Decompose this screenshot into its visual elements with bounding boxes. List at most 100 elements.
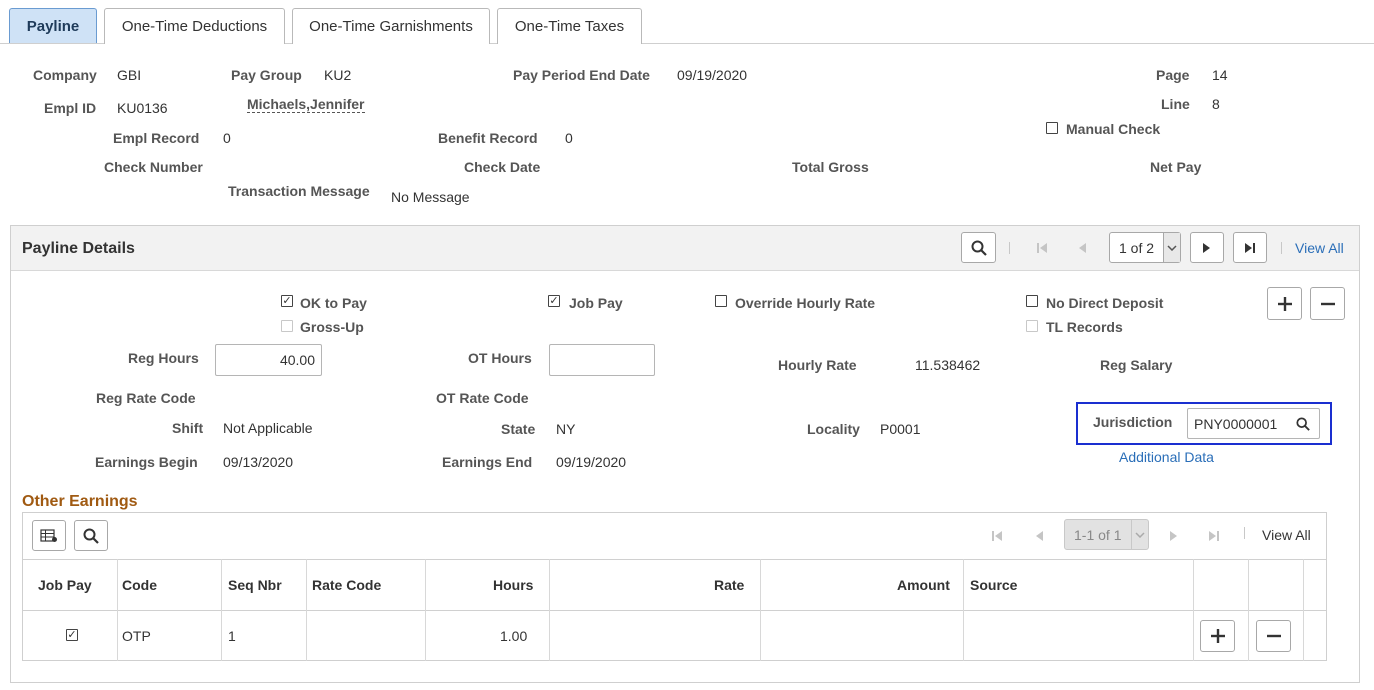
additional-data-link[interactable]: Additional Data <box>1119 449 1214 465</box>
separator <box>1009 242 1010 254</box>
last-page-icon <box>1245 242 1255 253</box>
search-icon <box>971 240 987 256</box>
col-hours[interactable]: Hours <box>493 577 533 593</box>
check-date-label: Check Date <box>464 159 541 175</box>
reg-salary-label: Reg Salary <box>1100 357 1173 373</box>
first-page-icon <box>1037 243 1047 253</box>
separator <box>1244 527 1245 539</box>
payline-details-title: Payline Details <box>22 240 135 257</box>
benefit-record-label: Benefit Record <box>438 130 538 146</box>
other-earnings-title: Other Earnings <box>22 493 138 510</box>
transaction-message-value: No Message <box>391 189 470 205</box>
total-gross-label: Total Gross <box>792 159 869 175</box>
previous-button[interactable] <box>1071 234 1093 262</box>
grid-search-button[interactable] <box>74 520 108 551</box>
delete-row-button[interactable] <box>1310 287 1345 320</box>
ot-hours-input[interactable] <box>549 344 655 376</box>
chevron-down-icon <box>1131 520 1148 549</box>
override-hourly-rate-checkbox[interactable] <box>715 295 727 307</box>
grid-delete-row-button[interactable] <box>1256 620 1291 652</box>
gross-up-checkbox <box>281 320 293 332</box>
line-value: 8 <box>1212 96 1220 112</box>
hourly-rate-label: Hourly Rate <box>778 357 857 373</box>
col-rate[interactable]: Rate <box>714 577 744 593</box>
locality-value: P0001 <box>880 421 921 437</box>
empl-record-value: 0 <box>223 130 231 146</box>
grid-previous-button[interactable] <box>1028 523 1050 549</box>
pay-period-end-value: 09/19/2020 <box>677 67 748 83</box>
transaction-message-label: Transaction Message <box>228 183 370 199</box>
tab-payline[interactable]: Payline <box>9 8 97 43</box>
column-divider <box>117 559 118 661</box>
grid-pager-select[interactable]: 1-1 of 1 <box>1064 519 1149 550</box>
payline-details-header: Payline Details 1 of 2 View All <box>11 226 1359 271</box>
state-value: NY <box>556 421 576 437</box>
personalize-button[interactable] <box>32 520 66 551</box>
next-button[interactable] <box>1190 232 1224 263</box>
add-row-button[interactable] <box>1267 287 1302 320</box>
row-pager-value: 1 of 2 <box>1119 239 1155 256</box>
column-divider <box>549 559 550 661</box>
line-label: Line <box>1161 96 1190 112</box>
column-divider <box>306 559 307 661</box>
state-label: State <box>501 421 536 437</box>
column-divider <box>221 559 222 661</box>
grid-next-button[interactable] <box>1163 523 1185 549</box>
tab-one-time-taxes[interactable]: One-Time Taxes <box>497 8 642 44</box>
grid-view-all-link[interactable]: View All <box>1262 527 1311 543</box>
grid-toolbar: 1-1 of 1 View All <box>23 513 1326 559</box>
column-divider <box>963 559 964 661</box>
no-direct-deposit-label: No Direct Deposit <box>1046 295 1164 311</box>
ok-to-pay-checkbox[interactable]: ✓ <box>281 295 293 307</box>
minus-icon <box>1320 302 1335 305</box>
ot-rate-code-label: OT Rate Code <box>436 390 529 406</box>
col-seq-nbr[interactable]: Seq Nbr <box>228 577 282 593</box>
earnings-begin-label: Earnings Begin <box>95 454 198 470</box>
earnings-begin-value: 09/13/2020 <box>223 454 294 470</box>
grid-settings-icon <box>40 528 57 542</box>
company-value: GBI <box>117 67 142 83</box>
tab-one-time-garnishments[interactable]: One-Time Garnishments <box>292 8 490 44</box>
separator <box>1281 242 1282 254</box>
col-code[interactable]: Code <box>122 577 157 593</box>
row-pager-select[interactable]: 1 of 2 <box>1109 232 1181 263</box>
grid-first-page-button[interactable] <box>986 523 1008 549</box>
gross-up-label: Gross-Up <box>300 319 364 335</box>
column-divider <box>1303 559 1304 661</box>
first-page-button[interactable] <box>1031 234 1053 262</box>
other-earnings-grid: 1-1 of 1 View All Job Pay Code Seq Nbr R… <box>22 512 1327 661</box>
reg-rate-code-label: Reg Rate Code <box>96 390 196 406</box>
last-page-button[interactable] <box>1233 232 1267 263</box>
next-icon <box>1170 531 1177 541</box>
tab-one-time-deductions[interactable]: One-Time Deductions <box>104 8 285 44</box>
view-all-link[interactable]: View All <box>1295 240 1344 256</box>
col-rate-code[interactable]: Rate Code <box>312 577 381 593</box>
row-job-pay-checkbox[interactable]: ✓ <box>66 629 78 641</box>
search-icon[interactable] <box>1296 417 1310 431</box>
ot-hours-label: OT Hours <box>468 350 532 366</box>
empl-record-label: Empl Record <box>113 130 200 146</box>
search-button[interactable] <box>961 232 996 263</box>
col-amount[interactable]: Amount <box>897 577 950 593</box>
job-pay-checkbox[interactable]: ✓ <box>548 295 560 307</box>
col-source[interactable]: Source <box>970 577 1017 593</box>
no-direct-deposit-checkbox[interactable] <box>1026 295 1038 307</box>
row-hours: 1.00 <box>500 628 528 644</box>
earnings-end-label: Earnings End <box>442 454 533 470</box>
override-hourly-rate-label: Override Hourly Rate <box>735 295 876 311</box>
col-job-pay[interactable]: Job Pay <box>38 577 92 593</box>
reg-hours-input[interactable]: 40.00 <box>215 344 322 376</box>
search-icon <box>83 528 99 544</box>
plus-icon <box>1277 296 1292 311</box>
tl-records-checkbox <box>1026 320 1038 332</box>
hourly-rate-value: 11.538462 <box>915 357 981 373</box>
manual-check-label: Manual Check <box>1066 121 1161 137</box>
column-divider <box>1193 559 1194 661</box>
grid-last-page-button[interactable] <box>1203 523 1225 549</box>
manual-check-checkbox[interactable] <box>1046 122 1058 134</box>
jurisdiction-input[interactable]: PNY0000001 <box>1187 408 1320 439</box>
previous-icon <box>1036 531 1043 541</box>
last-page-icon <box>1209 531 1219 541</box>
employee-name[interactable]: Michaels,Jennifer <box>247 96 365 113</box>
grid-add-row-button[interactable] <box>1200 620 1235 652</box>
